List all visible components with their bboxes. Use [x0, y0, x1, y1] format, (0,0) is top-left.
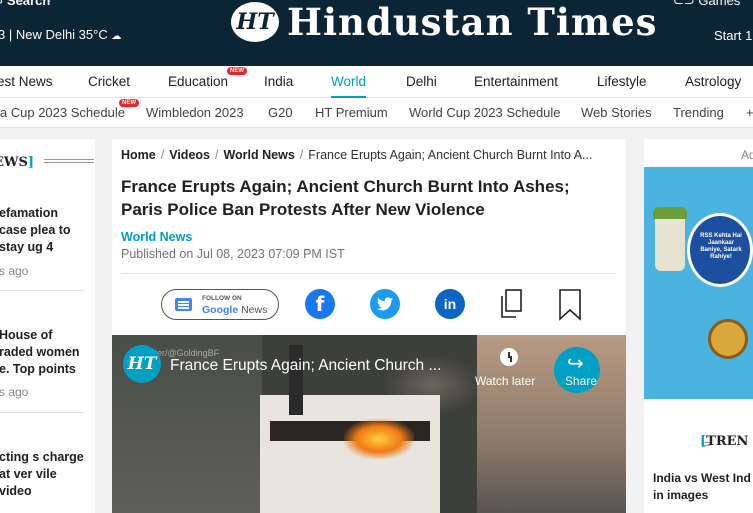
- divider: [121, 273, 616, 274]
- new-badge: NEW: [119, 99, 139, 107]
- story-time: s ago: [0, 264, 29, 278]
- nav-item-india[interactable]: India: [264, 74, 293, 89]
- section-heading: EWS]: [0, 155, 35, 170]
- nav-item-lifestyle[interactable]: Lifestyle: [597, 74, 647, 89]
- subnav-item-world-cup[interactable]: World Cup 2023 Schedule: [409, 105, 561, 120]
- nav-item-cricket[interactable]: Cricket: [88, 74, 130, 89]
- list-item[interactable]: House of raded women e. Top points: [0, 327, 89, 378]
- latest-news-sidebar: EWS] efamation case plea to stay ug 4 s …: [0, 139, 95, 513]
- category-link[interactable]: World News: [121, 230, 192, 244]
- share-button[interactable]: Share: [565, 374, 597, 388]
- video-player[interactable]: tter/@GoldingBF HT France Erupts Again; …: [112, 335, 626, 513]
- search-button[interactable]: ⌕ Search: [0, 0, 50, 9]
- linkedin-share-button[interactable]: in: [435, 289, 465, 319]
- nav-item-education[interactable]: Education NEW: [168, 67, 247, 89]
- divider: [0, 290, 84, 291]
- nav-item-entertainment[interactable]: Entertainment: [474, 74, 558, 89]
- advertisement[interactable]: RSS Kehta Hai Jaankaar Baniye, Satark Ra…: [644, 167, 753, 399]
- search-icon: ⌕: [0, 0, 7, 8]
- subnav-item-ht-premium[interactable]: HT Premium: [315, 105, 388, 120]
- site-header: ⌕ Search 3 | New Delhi 35°C ☁ HT Hindust…: [0, 0, 753, 66]
- breadcrumb-videos[interactable]: Videos: [169, 148, 210, 162]
- gamepad-icon: ⊂⊃: [673, 0, 699, 8]
- list-item[interactable]: efamation case plea to stay ug 4: [0, 205, 89, 256]
- page-title: France Erupts Again; Ancient Church Burn…: [121, 177, 570, 219]
- date-weather: 3 | New Delhi 35°C ☁: [0, 27, 122, 42]
- watch-later-button[interactable]: Watch later: [475, 374, 535, 388]
- breadcrumb: Home / Videos / World News / France Erupts Aga…: [121, 148, 593, 162]
- ht-logo-mark: HT: [231, 2, 279, 42]
- trending-heading: [TREN: [700, 434, 749, 449]
- copy-link-icon[interactable]: [499, 289, 523, 319]
- right-sidebar: Ad RSS Kehta Hai Jaankaar Baniye, Satark…: [644, 139, 753, 513]
- story-time: s ago: [0, 385, 29, 399]
- nav-item-world[interactable]: World: [331, 74, 367, 98]
- video-title[interactable]: France Erupts Again; Ancient Church ...: [170, 357, 441, 375]
- bookmark-icon[interactable]: [558, 289, 582, 321]
- subnav-item-g20[interactable]: G20: [268, 105, 293, 120]
- subnav-item-wimbledon[interactable]: Wimbledon 2023: [146, 105, 244, 120]
- sub-nav: ia Cup 2023 Schedule NEW Wimbledon 2023 …: [0, 98, 753, 128]
- share-icon[interactable]: ↪: [567, 351, 584, 376]
- ad-label: Ad: [741, 148, 753, 162]
- heading-rule: [44, 159, 94, 163]
- list-item[interactable]: cting s charge at ver vile video: [0, 449, 89, 500]
- subnav-item-asia-cup[interactable]: ia Cup 2023 Schedule NEW: [0, 99, 139, 120]
- subnav-item-web-stories[interactable]: Web Stories: [581, 105, 652, 120]
- facebook-share-button[interactable]: f: [305, 289, 335, 319]
- ht-channel-logo[interactable]: HT: [123, 345, 161, 383]
- fire-image: [344, 419, 414, 459]
- nav-item-delhi[interactable]: Delhi: [406, 74, 437, 89]
- google-news-follow-button[interactable]: FOLLOW ON Google News: [161, 289, 279, 320]
- breadcrumb-current: France Erupts Again; Ancient Church Burn…: [308, 148, 593, 162]
- games-button[interactable]: ⊂⊃ Games: [673, 0, 740, 9]
- breadcrumb-home[interactable]: Home: [121, 148, 156, 162]
- new-badge: NEW: [227, 67, 247, 75]
- logo-text: Hindustan Times: [287, 0, 658, 44]
- subnav-item-trending[interactable]: Trending: [673, 105, 724, 120]
- twitter-icon: [377, 297, 393, 311]
- cloud-icon: ☁: [111, 31, 122, 42]
- divider: [0, 412, 84, 413]
- published-date: Published on Jul 08, 2023 07:09 PM IST: [121, 247, 345, 261]
- clock-icon[interactable]: [500, 348, 518, 366]
- list-item[interactable]: India vs West Ind in images: [653, 470, 753, 504]
- nav-item-latest-news[interactable]: est News: [0, 74, 53, 89]
- subnav-more[interactable]: +: [746, 105, 753, 120]
- breadcrumb-world-news[interactable]: World News: [223, 148, 294, 162]
- ad-coin-image: [708, 319, 748, 359]
- twitter-share-button[interactable]: [370, 289, 400, 319]
- ad-character-image: [653, 207, 687, 271]
- start-button[interactable]: Start 1: [714, 28, 752, 43]
- facebook-icon: f: [315, 292, 325, 316]
- site-logo[interactable]: HT Hindustan Times: [231, 0, 657, 44]
- nav-item-astrology[interactable]: Astrology: [685, 74, 741, 89]
- article-main: Home / Videos / World News / France Erupts Aga…: [112, 139, 626, 513]
- google-news-icon: [175, 298, 192, 311]
- main-nav: est News Cricket Education NEW India Wor…: [0, 66, 753, 98]
- linkedin-icon: in: [443, 296, 457, 312]
